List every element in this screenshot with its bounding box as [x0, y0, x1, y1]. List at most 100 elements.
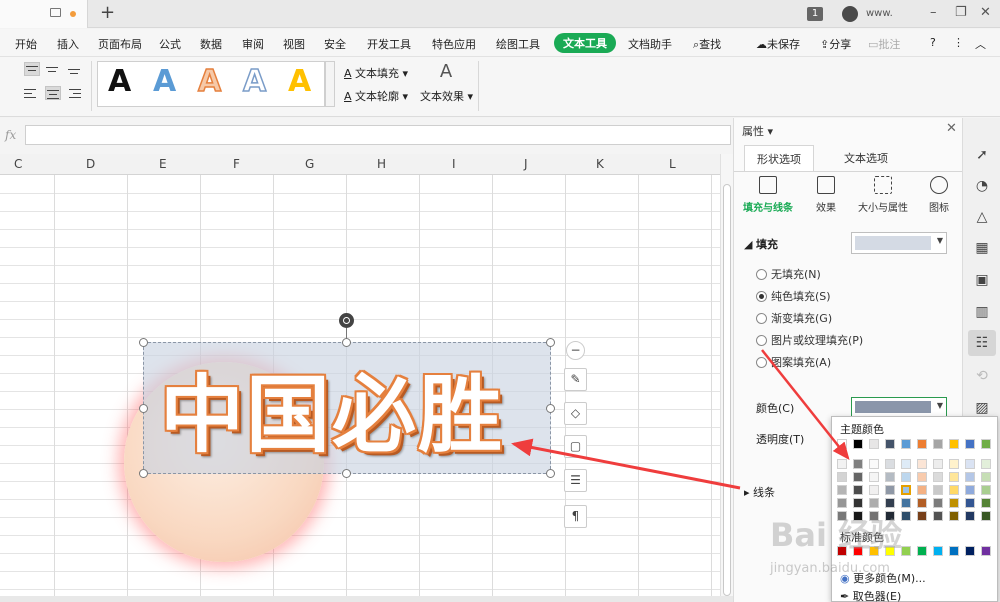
align-bottom-icon[interactable]: [67, 62, 83, 76]
color-swatch-cell[interactable]: [949, 546, 959, 556]
column-header-g[interactable]: G: [305, 157, 314, 171]
align-right-icon[interactable]: [67, 86, 83, 100]
color-swatch-cell[interactable]: [933, 439, 943, 449]
color-swatch-cell[interactable]: [837, 485, 847, 495]
color-swatch-cell[interactable]: [981, 472, 991, 482]
column-header-d[interactable]: D: [86, 157, 95, 171]
color-swatch-cell[interactable]: [853, 439, 863, 449]
color-swatch-cell[interactable]: [933, 459, 943, 469]
color-swatch-cell[interactable]: [853, 498, 863, 508]
resize-handle[interactable]: [342, 338, 351, 347]
shapes-icon[interactable]: ◔: [972, 176, 992, 196]
color-dropdown[interactable]: ▼: [851, 397, 947, 417]
column-header-i[interactable]: I: [452, 157, 456, 171]
pointer-icon[interactable]: ➚: [972, 145, 992, 165]
help-button[interactable]: ?: [930, 36, 936, 49]
character-icon[interactable]: ¶: [564, 505, 587, 528]
menu-page-layout[interactable]: 页面布局: [98, 36, 142, 52]
color-swatch-cell[interactable]: [981, 485, 991, 495]
subtab-icon[interactable]: 图标: [909, 176, 969, 214]
new-tab-button[interactable]: +: [100, 3, 115, 23]
color-swatch-cell[interactable]: [981, 459, 991, 469]
text-effect-button[interactable]: A 文本效果 ▾: [420, 61, 473, 104]
style-yellow-a[interactable]: A: [288, 64, 311, 99]
close-button[interactable]: ✕: [980, 5, 991, 21]
color-swatch-cell[interactable]: [901, 546, 911, 556]
resize-handle[interactable]: [546, 338, 555, 347]
column-header-h[interactable]: H: [377, 157, 386, 171]
column-header-l[interactable]: L: [669, 157, 676, 171]
color-swatch-cell[interactable]: [837, 439, 847, 449]
color-swatch-cell[interactable]: [837, 459, 847, 469]
text-box-icon[interactable]: ☰: [564, 469, 587, 492]
radio-pattern-fill[interactable]: 图案填充(A): [756, 354, 831, 370]
color-swatch-cell[interactable]: [869, 498, 879, 508]
color-swatch-cell[interactable]: [869, 485, 879, 495]
style-blue-a[interactable]: A: [153, 64, 176, 99]
align-center-icon[interactable]: [45, 86, 61, 100]
fill-section-header[interactable]: ◢ 填充: [744, 236, 778, 252]
color-swatch-cell[interactable]: [965, 459, 975, 469]
color-swatch-cell[interactable]: [885, 459, 895, 469]
minimize-button[interactable]: –: [930, 5, 937, 21]
image-icon[interactable]: ▨: [972, 398, 992, 418]
color-swatch-cell[interactable]: [981, 498, 991, 508]
search-menu[interactable]: ⌕查找: [693, 36, 721, 52]
color-swatch-cell[interactable]: [901, 511, 911, 521]
color-swatch-cell[interactable]: [965, 439, 975, 449]
color-swatch-cell[interactable]: [949, 511, 959, 521]
color-swatch-cell[interactable]: [933, 511, 943, 521]
color-swatch-cell[interactable]: [949, 439, 959, 449]
tab-shape-options[interactable]: 形状选项: [744, 145, 814, 171]
menu-review[interactable]: 审阅: [242, 36, 264, 52]
color-swatch-cell[interactable]: [901, 498, 911, 508]
color-swatch-cell[interactable]: [885, 439, 895, 449]
color-swatch-cell[interactable]: [949, 498, 959, 508]
color-swatch-cell[interactable]: [933, 546, 943, 556]
text-fill-button[interactable]: A 文本填充 ▾: [344, 65, 408, 81]
sliders-icon[interactable]: ☷: [968, 330, 996, 356]
table-icon[interactable]: ▦: [972, 238, 992, 258]
menu-view[interactable]: 视图: [283, 36, 305, 52]
resize-handle[interactable]: [546, 404, 555, 413]
radio-picture-fill[interactable]: 图片或纹理填充(P): [756, 332, 863, 348]
radio-solid-fill[interactable]: 纯色填充(S): [756, 288, 831, 304]
align-left-icon[interactable]: [24, 86, 40, 100]
menu-text-tools[interactable]: 文本工具: [554, 33, 616, 53]
color-swatch-cell[interactable]: [917, 439, 927, 449]
comment-button[interactable]: ▭批注: [868, 36, 900, 52]
resize-handle[interactable]: [546, 469, 555, 478]
color-swatch-cell[interactable]: [901, 459, 911, 469]
grid-apps-icon[interactable]: ▣: [972, 270, 992, 290]
line-section-header[interactable]: ▸ 线条: [744, 484, 775, 500]
color-swatch-cell[interactable]: [917, 511, 927, 521]
color-swatch-cell[interactable]: [933, 498, 943, 508]
color-swatch-cell[interactable]: [885, 498, 895, 508]
color-swatch-cell[interactable]: [917, 546, 927, 556]
radio-gradient-fill[interactable]: 渐变填充(G): [756, 310, 832, 326]
color-swatch-cell[interactable]: [981, 439, 991, 449]
style-black-a[interactable]: A: [108, 64, 131, 99]
subtab-effects[interactable]: 效果: [796, 176, 856, 214]
text-outline-button[interactable]: A 文本轮廓 ▾: [344, 88, 408, 104]
color-swatch-cell[interactable]: [853, 459, 863, 469]
color-swatch-cell[interactable]: [837, 472, 847, 482]
menu-features[interactable]: 特色应用: [432, 36, 476, 52]
color-swatch-cell[interactable]: [949, 485, 959, 495]
color-swatch-cell[interactable]: [917, 498, 927, 508]
color-swatch-cell[interactable]: [917, 459, 927, 469]
close-icon[interactable]: ✕: [946, 121, 957, 136]
color-swatch-cell[interactable]: [965, 498, 975, 508]
style-gallery-scroll[interactable]: [325, 61, 335, 107]
backup-icon[interactable]: ⟲: [972, 366, 992, 386]
resize-handle[interactable]: [139, 404, 148, 413]
color-swatch-cell[interactable]: [869, 459, 879, 469]
color-swatch-cell[interactable]: [965, 546, 975, 556]
color-swatch-cell[interactable]: [869, 439, 879, 449]
menu-developer[interactable]: 开发工具: [367, 36, 411, 52]
color-swatch-cell[interactable]: [965, 485, 975, 495]
resize-handle[interactable]: [342, 469, 351, 478]
panel-title[interactable]: 属性 ▾: [742, 123, 773, 139]
avatar[interactable]: [842, 6, 858, 22]
color-swatch-cell[interactable]: [981, 546, 991, 556]
